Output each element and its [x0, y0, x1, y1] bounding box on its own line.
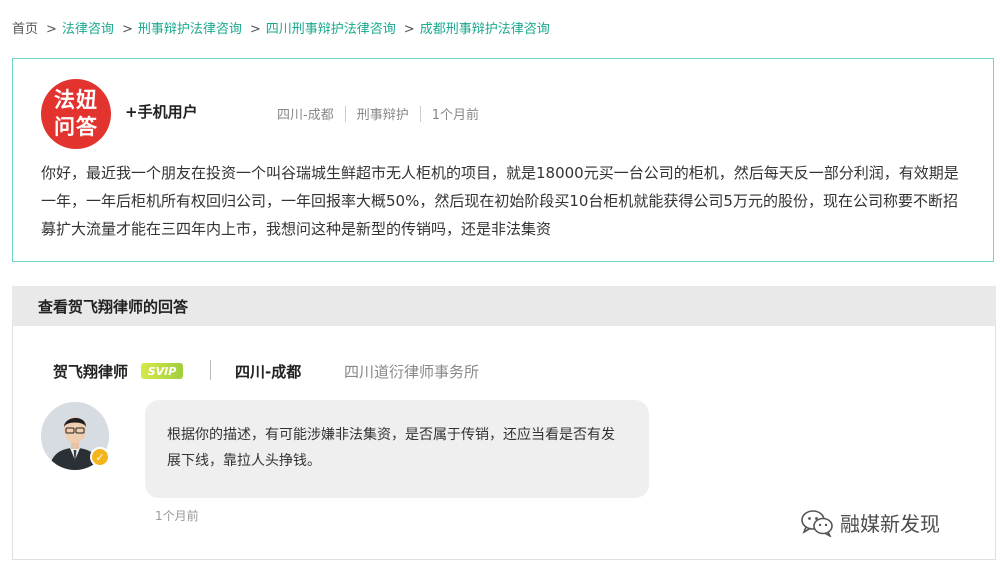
answer-bubble: 根据你的描述，有可能涉嫌非法集资，是否属于传销，还应当看是否有发展下线，靠拉人头… — [145, 400, 649, 498]
answer-section-header: 查看贺飞翔律师的回答 — [12, 286, 996, 326]
question-card: 法妞 问答 +手机用户 四川-成都 刑事辩护 1个月前 你好，最近我一个朋友在投… — [12, 58, 994, 262]
breadcrumb-separator: > — [121, 22, 133, 37]
breadcrumb-item-sichuan[interactable]: 四川刑事辩护法律咨询 — [266, 22, 396, 37]
logo-text-line2: 问答 — [54, 115, 98, 139]
answer-text: 根据你的描述，有可能涉嫌非法集资，是否属于传销，还应当看是否有发展下线，靠拉人头… — [167, 427, 615, 469]
lawyer-name[interactable]: 贺飞翔律师 — [53, 361, 128, 382]
breadcrumb-item-legal-consult[interactable]: 法律咨询 — [62, 22, 114, 37]
breadcrumb-separator: > — [249, 22, 261, 37]
watermark-text: 融媒新发现 — [840, 512, 940, 536]
question-location: 四川-成都 — [277, 108, 334, 123]
watermark: 融媒新发现 — [800, 508, 940, 537]
breadcrumb: 首页 > 法律咨询 > 刑事辩护法律咨询 > 四川刑事辩护法律咨询 > 成都刑事辩护法律咨询 — [12, 18, 550, 37]
svip-badge: SVIP — [141, 363, 183, 379]
question-category[interactable]: 刑事辩护 — [357, 104, 409, 123]
question-meta: 四川-成都 刑事辩护 1个月前 — [277, 104, 479, 123]
asker-name: +手机用户 — [125, 103, 198, 121]
verified-check-icon: ✓ — [90, 447, 110, 467]
breadcrumb-item-criminal-defense[interactable]: 刑事辩护法律咨询 — [138, 22, 242, 37]
question-text: 你好，最近我一个朋友在投资一个叫谷瑞城生鲜超市无人柜机的项目，就是18000元买… — [41, 164, 959, 238]
breadcrumb-item-chengdu[interactable]: 成都刑事辩护法律咨询 — [420, 22, 550, 37]
answer-time: 1个月前 — [155, 509, 199, 523]
meta-divider — [344, 105, 346, 122]
breadcrumb-separator: > — [403, 22, 415, 37]
law-firm[interactable]: 四川道衍律师事务所 — [344, 361, 479, 382]
breadcrumb-separator: > — [46, 22, 57, 37]
answer-section-title: 查看贺飞翔律师的回答 — [38, 298, 189, 316]
faniu-logo: 法妞 问答 — [41, 79, 111, 149]
logo-text-line1: 法妞 — [54, 88, 98, 112]
lawyer-location: 四川-成都 — [235, 363, 302, 381]
breadcrumb-home[interactable]: 首页 — [12, 22, 38, 37]
wechat-icon — [801, 509, 833, 537]
meta-divider — [419, 105, 421, 122]
info-divider — [210, 360, 211, 380]
question-time: 1个月前 — [431, 108, 479, 123]
